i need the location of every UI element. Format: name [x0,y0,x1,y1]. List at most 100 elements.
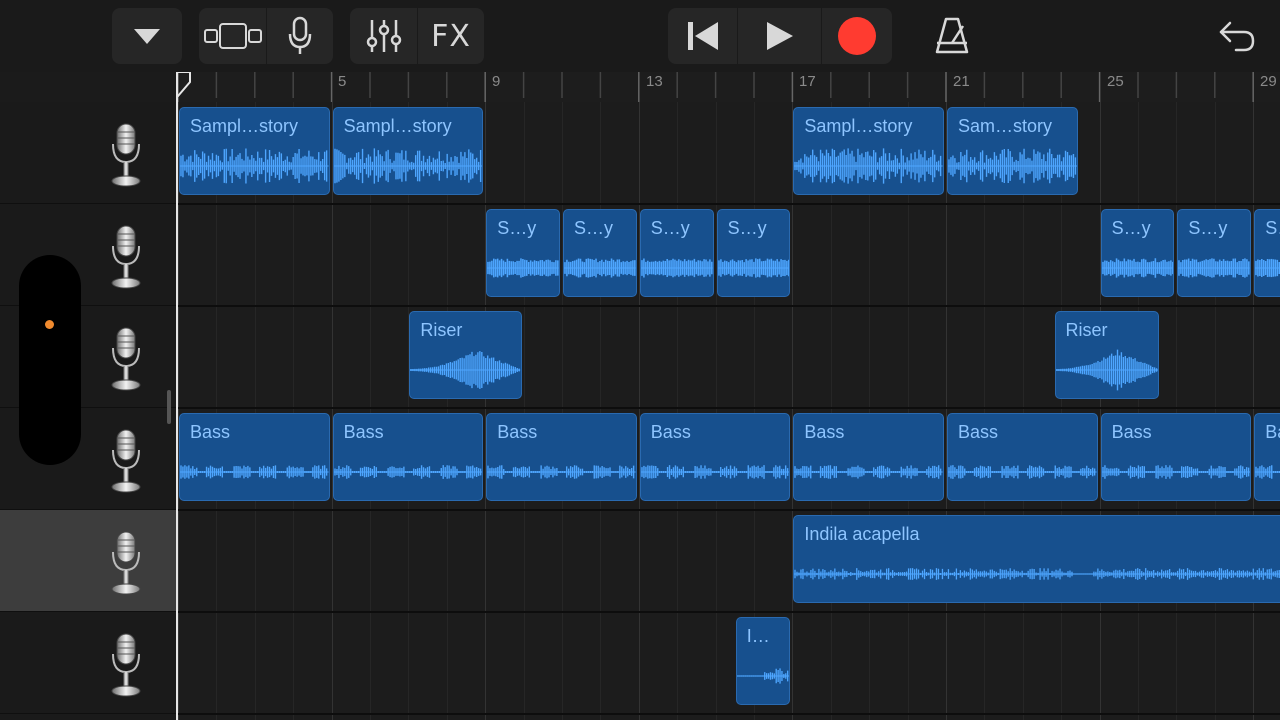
tracks-view-icon [203,23,262,49]
waveform [564,258,636,278]
grid-line [178,102,179,720]
track-header-6[interactable] [0,612,176,714]
audio-region[interactable]: Sampl…story [179,107,330,195]
audio-region[interactable]: S…y [1177,209,1252,297]
audio-region[interactable]: S…y [486,209,560,297]
region-name: Riser [420,320,463,340]
waveform [1178,258,1251,278]
region-name: Bass [958,422,999,442]
audio-region[interactable]: Bass [486,413,637,501]
play-button[interactable] [738,8,821,64]
playhead[interactable] [176,72,191,720]
grid-line [1138,102,1139,720]
waveform [717,258,790,278]
sliders-icon [366,20,401,52]
waveform [333,148,483,184]
skip-back-icon [687,22,718,50]
lane-divider [176,203,1280,205]
region-name: S…y [1188,218,1228,238]
microphone-icon [111,327,141,391]
view-mic-group [199,8,333,64]
region-name: S…y [497,218,537,238]
audio-region[interactable]: Bass [179,413,330,501]
grid-line [715,102,717,720]
metronome-button[interactable] [930,14,974,58]
lane-divider [176,407,1280,409]
region-name: Bass [497,422,538,442]
undo-button[interactable] [1214,14,1260,58]
region-name: Bass [1111,422,1152,442]
record-button[interactable] [822,8,892,64]
region-name: I… [746,626,770,646]
region-name: S…y [650,218,690,238]
ruler-bar-9: 9 [492,73,501,90]
audio-region[interactable]: S…y [563,209,637,297]
audio-region[interactable]: Bass [947,413,1098,501]
audio-region[interactable]: S…y [1100,209,1175,297]
waveform [794,148,943,184]
ruler-bar-17: 17 [799,73,816,90]
volume-indicator-dot [45,320,54,329]
region-name: Ba [1265,422,1280,442]
microphone-button[interactable] [267,8,333,64]
record-icon [838,17,876,55]
region-name: Bass [804,422,845,442]
audio-region[interactable]: Bass [793,413,944,501]
audio-region[interactable]: Bass [332,413,484,501]
audio-region[interactable]: S…y [1254,209,1280,297]
waveform [180,148,329,184]
grid-line [792,102,794,720]
track-header-1[interactable] [0,102,176,204]
control-bar: FX [0,0,1280,72]
region-name: Riser [1065,320,1108,340]
region-name: Sampl…story [343,116,452,136]
waveform [1055,349,1159,391]
region-name: S…y [574,218,614,238]
fx-button[interactable]: FX [418,8,484,64]
audio-region[interactable]: Bass [1100,413,1252,501]
volume-slider[interactable] [19,255,81,465]
header-resize-handle[interactable] [167,390,171,424]
audio-region[interactable]: Sampl…story [332,107,484,195]
audio-region[interactable]: S…y [716,209,791,297]
waveform [948,148,1078,184]
audio-region[interactable]: Ba [1254,413,1280,501]
audio-region[interactable]: Bass [639,413,791,501]
go-to-start-button[interactable] [668,8,737,64]
audio-region[interactable]: Indila acapella [793,515,1280,603]
microphone-icon [111,531,141,595]
grid-line [1253,102,1255,720]
grid-line [331,102,333,720]
undo-icon [1219,21,1255,52]
fx-label: FX [431,18,471,54]
track-header-5[interactable] [0,510,176,612]
audio-region[interactable]: Riser [409,311,522,399]
grid-line [1176,102,1178,720]
region-name: Indila acapella [804,524,920,544]
region-name: Bass [343,422,384,442]
mixer-button[interactable] [350,8,417,64]
audio-region[interactable]: Riser [1054,311,1160,399]
waveform [640,465,790,479]
browser-dropdown-button[interactable] [112,8,182,64]
grid-line [638,102,640,720]
grid-line [523,102,525,720]
microphone-icon [111,429,141,493]
play-icon [766,22,793,50]
region-name: Sampl…story [804,116,913,136]
lane-divider [176,713,1280,715]
waveform [180,465,329,479]
track-view-button[interactable] [199,8,266,64]
waveform [487,258,559,278]
waveform [1101,258,1174,278]
waveform [736,668,790,684]
audio-region[interactable]: Sam…story [947,107,1079,195]
grid-line [600,102,602,720]
tracks-timeline[interactable]: Sampl…story Sampl…story Sampl…story Sam…sto… [176,102,1280,720]
grid-line [946,102,947,720]
waveform [410,351,521,389]
audio-region[interactable]: S…y [639,209,714,297]
audio-region[interactable]: Sampl…story [793,107,944,195]
region-name: S…y [727,218,767,238]
audio-region[interactable]: I… [735,617,791,705]
